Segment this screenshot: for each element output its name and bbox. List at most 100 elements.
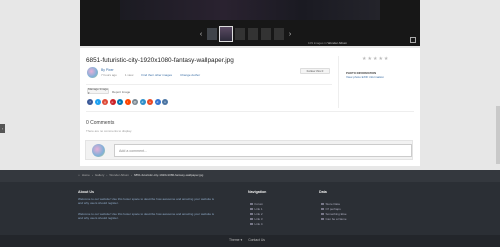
- about-heading: About Us: [78, 190, 94, 194]
- thumbnail[interactable]: [207, 28, 217, 40]
- link-icon: [321, 212, 324, 216]
- link-icon: [250, 212, 253, 216]
- breadcrumb: ⌂ Home › Gallery › Wonder Album › 6851-futu…: [78, 173, 203, 177]
- image-meta: 7 hours ago 1 view Find their other imag…: [101, 73, 200, 77]
- share-buttons: f t g p in r @ d s d v: [87, 99, 168, 105]
- thumbnail[interactable]: [274, 28, 284, 40]
- divider: [86, 84, 332, 85]
- breadcrumb-separator: ›: [91, 173, 93, 177]
- comments-heading: 0 Comments: [86, 120, 115, 126]
- footer-link[interactable]: Link 1: [250, 207, 263, 211]
- image-gallery: ‹ › 109 images in Wonder Album: [80, 0, 420, 46]
- link-icon: [321, 217, 324, 221]
- link-icon: [321, 202, 324, 206]
- breadcrumb-bar: ⌂ Home › Gallery › Wonder Album › 6851-futu…: [0, 170, 500, 182]
- change-author-link[interactable]: Change Author: [180, 73, 200, 77]
- rating-stars[interactable]: ★★★★★: [362, 56, 389, 62]
- breadcrumb-separator: ›: [106, 173, 108, 177]
- about-text: Welcome to our website! Use this footer …: [78, 212, 215, 220]
- caption-prefix: 109 images in: [308, 41, 327, 45]
- vk-icon[interactable]: v: [162, 99, 168, 105]
- avatar: [92, 144, 105, 157]
- image-details-card: 6851-futuristic-city-1920x1080-fantasy-w…: [80, 48, 420, 166]
- footer-link-label: Link 4: [254, 222, 263, 226]
- follow-count: 0: [321, 69, 324, 73]
- link-icon: [250, 202, 253, 206]
- breadcrumb-item[interactable]: Home: [82, 173, 90, 177]
- no-comments-text: There are no comments to display.: [86, 129, 132, 133]
- manage-image-button[interactable]: Manage Image ▾: [87, 87, 109, 95]
- divider: [338, 56, 339, 108]
- footer-link-label: Link 2: [254, 212, 263, 216]
- linkedin-icon[interactable]: in: [117, 99, 123, 105]
- home-icon[interactable]: ⌂: [78, 173, 80, 177]
- twitter-icon[interactable]: t: [94, 99, 101, 105]
- footer-link-label: Something Else: [325, 212, 347, 216]
- divider: [86, 111, 414, 112]
- footer-link[interactable]: Ol’ perhaps: [321, 207, 341, 211]
- chevron-left-icon[interactable]: ‹: [0, 124, 5, 133]
- facebook-icon[interactable]: f: [87, 99, 93, 105]
- footer-link[interactable]: Link 4: [250, 222, 263, 226]
- avatar[interactable]: [87, 67, 98, 78]
- bottom-bar: Theme ▾ Contact Us: [0, 235, 500, 247]
- footer-link[interactable]: Forum: [250, 202, 263, 206]
- footer-link-label: Store Data: [325, 202, 340, 206]
- chevron-right-icon[interactable]: ›: [287, 31, 293, 38]
- fullscreen-icon[interactable]: [410, 37, 416, 43]
- follow-label: Follow this: [306, 69, 321, 73]
- main-image[interactable]: [120, 0, 380, 20]
- breadcrumb-current: 6851-futuristic-city-1920x1080-fantasy-w…: [133, 173, 204, 177]
- delicious-icon[interactable]: d: [154, 99, 161, 105]
- bottom-links: Theme ▾ Contact Us: [229, 238, 265, 242]
- album-link[interactable]: Wonder Album: [328, 41, 348, 45]
- data-heading: Data: [319, 190, 327, 194]
- comment-editor: Add a comment...: [85, 140, 413, 160]
- breadcrumb-item[interactable]: Wonder Album: [109, 173, 129, 177]
- gallery-caption: 109 images in Wonder Album: [308, 41, 347, 45]
- comment-input[interactable]: Add a comment...: [114, 144, 412, 157]
- breadcrumb-item[interactable]: Gallery: [95, 173, 105, 177]
- theme-selector[interactable]: Theme ▾: [229, 238, 242, 242]
- link-icon: [250, 217, 253, 221]
- view-count: 1 view: [124, 73, 134, 77]
- author-link[interactable]: By Pixer: [101, 68, 114, 72]
- footer-link-label: Link 1: [254, 207, 263, 211]
- contact-us-link[interactable]: Contact Us: [248, 238, 265, 242]
- footer-link-label: Can be a Name: [325, 217, 347, 221]
- digg-icon[interactable]: d: [139, 99, 146, 105]
- footer-link-label: Ol’ perhaps: [325, 207, 341, 211]
- footer-link[interactable]: Something Else: [321, 212, 347, 216]
- navigation-heading: Navigation: [248, 190, 267, 194]
- thumbnail[interactable]: [248, 28, 258, 40]
- breadcrumb-separator: ›: [130, 173, 132, 177]
- pinterest-icon[interactable]: p: [109, 99, 116, 105]
- find-other-images-link[interactable]: Find their other images: [141, 73, 172, 77]
- scrollbar[interactable]: [496, 106, 500, 164]
- about-text: Welcome to our website! Use this footer …: [78, 197, 215, 205]
- thumbnail[interactable]: [235, 28, 245, 40]
- posted-time: 7 hours ago: [101, 73, 117, 77]
- thumbnail-active[interactable]: [219, 26, 233, 42]
- thumbnail-strip: ‹ ›: [198, 26, 293, 42]
- footer-link-label: Forum: [254, 202, 264, 206]
- stumble-icon[interactable]: s: [147, 99, 153, 105]
- link-icon: [250, 222, 253, 226]
- reddit-icon[interactable]: r: [124, 99, 131, 105]
- email-icon[interactable]: @: [132, 99, 138, 105]
- footer-link[interactable]: Link 2: [250, 212, 263, 216]
- link-icon: [250, 207, 253, 211]
- exif-link[interactable]: View photo EXIF information: [346, 75, 384, 79]
- footer-link-label: Link 3: [254, 217, 263, 221]
- link-icon: [321, 207, 324, 211]
- footer-link[interactable]: Can be a Name: [321, 217, 347, 221]
- google-plus-icon[interactable]: g: [102, 99, 108, 105]
- thumbnail[interactable]: [261, 28, 271, 40]
- image-title: 6851-futuristic-city-1920x1080-fantasy-w…: [86, 57, 234, 64]
- follow-button[interactable]: Follow this 0: [300, 68, 330, 74]
- footer: About Us Welcome to our website! Use thi…: [0, 182, 500, 235]
- footer-link[interactable]: Link 3: [250, 217, 263, 221]
- footer-link[interactable]: Store Data: [321, 202, 340, 206]
- report-image-link[interactable]: Report Image: [112, 90, 130, 94]
- chevron-left-icon[interactable]: ‹: [198, 31, 204, 38]
